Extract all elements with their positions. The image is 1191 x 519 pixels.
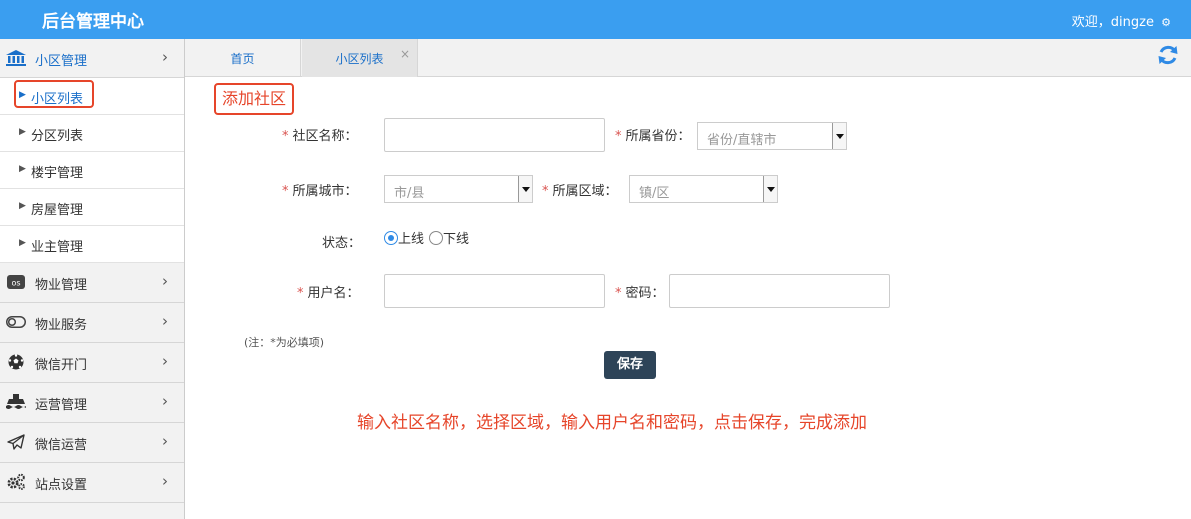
label-text: 用户名： [307, 286, 360, 301]
sidebar-group-label: 运营管理 [35, 398, 88, 413]
caret-right-icon: ▶ [19, 238, 26, 248]
sidebar-group-label: 小区管理 [35, 54, 88, 69]
community-name-label: * 社区名称： [282, 125, 358, 144]
sidebar-item-label: 小区列表 [31, 92, 84, 107]
required-mark: * [615, 129, 622, 144]
sidebar-item-community-list[interactable]: ▶ 小区列表 [0, 78, 184, 115]
city-label: * 所属城市： [282, 180, 358, 199]
username-input[interactable] [384, 274, 605, 308]
chevron-right-icon: › [162, 352, 168, 370]
required-mark: * [282, 129, 289, 144]
status-offline-radio[interactable] [429, 231, 443, 245]
save-button[interactable]: 保存 [604, 351, 656, 379]
close-icon[interactable]: × [400, 34, 410, 74]
chevron-right-icon: › [162, 312, 168, 330]
bank-icon [6, 50, 26, 66]
app-title: 后台管理中心 [42, 12, 144, 32]
label-text: 密码： [625, 286, 665, 301]
sidebar-group-label: 物业服务 [35, 318, 88, 333]
caret-right-icon: ▶ [19, 90, 26, 100]
chevron-right-icon: › [162, 472, 168, 490]
ship-icon [6, 394, 26, 410]
sidebar-item-zone-list[interactable]: ▶ 分区列表 [0, 115, 184, 152]
district-label: * 所属区域： [542, 180, 618, 199]
tab-community-list[interactable]: 小区列表 × [302, 39, 418, 77]
gears-icon [6, 473, 26, 490]
required-mark: * [542, 184, 549, 199]
city-select-value: 市/县 [394, 186, 425, 201]
dropdown-arrow-icon[interactable] [518, 176, 532, 202]
sidebar-group-service[interactable]: 物业服务 › [0, 303, 184, 343]
sidebar-group-operation[interactable]: 运营管理 › [0, 383, 184, 423]
sidebar-item-owner[interactable]: ▶ 业主管理 [0, 226, 184, 263]
province-select-value: 省份/直辖市 [707, 133, 777, 148]
password-label: * 密码： [615, 282, 665, 301]
sidebar-item-label: 分区列表 [31, 129, 84, 144]
chevron-right-icon: › [162, 392, 168, 410]
province-select[interactable]: 省份/直辖市 [697, 122, 847, 150]
province-label: * 所属省份： [615, 125, 691, 144]
sidebar-item-label: 楼宇管理 [31, 166, 84, 181]
label-text: 所属区域： [552, 184, 618, 199]
football-icon [6, 354, 26, 370]
username-label: * 用户名： [297, 282, 360, 301]
sidebar: 小区管理 › ▶ 小区列表 ▶ 分区列表 ▶ 楼宇管理 ▶ 房屋管理 ▶ 业主管… [0, 39, 185, 519]
sidebar-item-house[interactable]: ▶ 房屋管理 [0, 189, 184, 226]
sidebar-item-label: 房屋管理 [31, 203, 84, 218]
label-text: 所属省份： [625, 129, 691, 144]
sidebar-item-building[interactable]: ▶ 楼宇管理 [0, 152, 184, 189]
chevron-right-icon: › [162, 48, 168, 66]
sidebar-group-label: 物业管理 [35, 278, 88, 293]
status-label: 状态： [322, 236, 362, 251]
dropdown-arrow-icon[interactable] [763, 176, 777, 202]
sidebar-group-label: 微信开门 [35, 358, 88, 373]
city-select[interactable]: 市/县 [384, 175, 533, 203]
tab-home[interactable]: 首页 [185, 39, 301, 77]
status-online-label[interactable]: 上线 [398, 228, 424, 247]
instruction-annotation: 输入社区名称，选择区域，输入用户名和密码，点击保存，完成添加 [357, 413, 867, 433]
section-title: 添加社区 [214, 83, 295, 115]
tab-bar: 首页 小区列表 × [185, 39, 1191, 77]
top-bar: 后台管理中心 欢迎，dingze ⚙ [0, 0, 1191, 39]
sidebar-group-site-settings[interactable]: 站点设置 › [0, 463, 184, 503]
district-select-value: 镇/区 [639, 186, 670, 201]
chevron-right-icon: › [162, 432, 168, 450]
required-mark: * [297, 286, 304, 301]
label-text: 所属城市： [292, 184, 358, 199]
tab-label: 小区列表 [335, 52, 384, 66]
gear-icon[interactable]: ⚙ [1161, 16, 1171, 29]
svg-text:os: os [11, 279, 20, 288]
sidebar-group-label: 微信运营 [35, 438, 88, 453]
label-text: 社区名称： [292, 129, 358, 144]
sidebar-group-community[interactable]: 小区管理 › [0, 39, 184, 78]
caret-right-icon: ▶ [19, 164, 26, 174]
os-icon: os [6, 274, 26, 290]
refresh-icon[interactable] [1157, 44, 1179, 72]
community-name-input[interactable] [384, 118, 605, 152]
district-select[interactable]: 镇/区 [629, 175, 778, 203]
password-input[interactable] [669, 274, 890, 308]
paper-plane-icon [6, 434, 26, 450]
sidebar-group-property[interactable]: os 物业管理 › [0, 263, 184, 303]
toggle-icon [6, 314, 26, 330]
sidebar-group-wechat-operation[interactable]: 微信运营 › [0, 423, 184, 463]
status-offline-label[interactable]: 下线 [443, 228, 469, 247]
sidebar-item-label: 业主管理 [31, 240, 84, 255]
main-content: 添加社区 * 社区名称： * 所属省份： 省份/直辖市 * 所属城市： 市/县 * 所属… [186, 78, 1191, 519]
caret-right-icon: ▶ [19, 201, 26, 211]
caret-right-icon: ▶ [19, 127, 26, 137]
status-online-radio[interactable] [384, 231, 398, 245]
chevron-right-icon: › [162, 272, 168, 290]
required-note: (注：*为必填项) [244, 336, 325, 349]
tab-label: 首页 [230, 52, 255, 66]
dropdown-arrow-icon[interactable] [832, 123, 846, 149]
required-mark: * [615, 286, 622, 301]
required-mark: * [282, 184, 289, 199]
user-menu[interactable]: 欢迎，dingze ⚙ [1072, 11, 1171, 30]
welcome-text: 欢迎，dingze [1071, 15, 1154, 30]
sidebar-group-wechat-door[interactable]: 微信开门 › [0, 343, 184, 383]
sidebar-group-label: 站点设置 [35, 478, 88, 493]
